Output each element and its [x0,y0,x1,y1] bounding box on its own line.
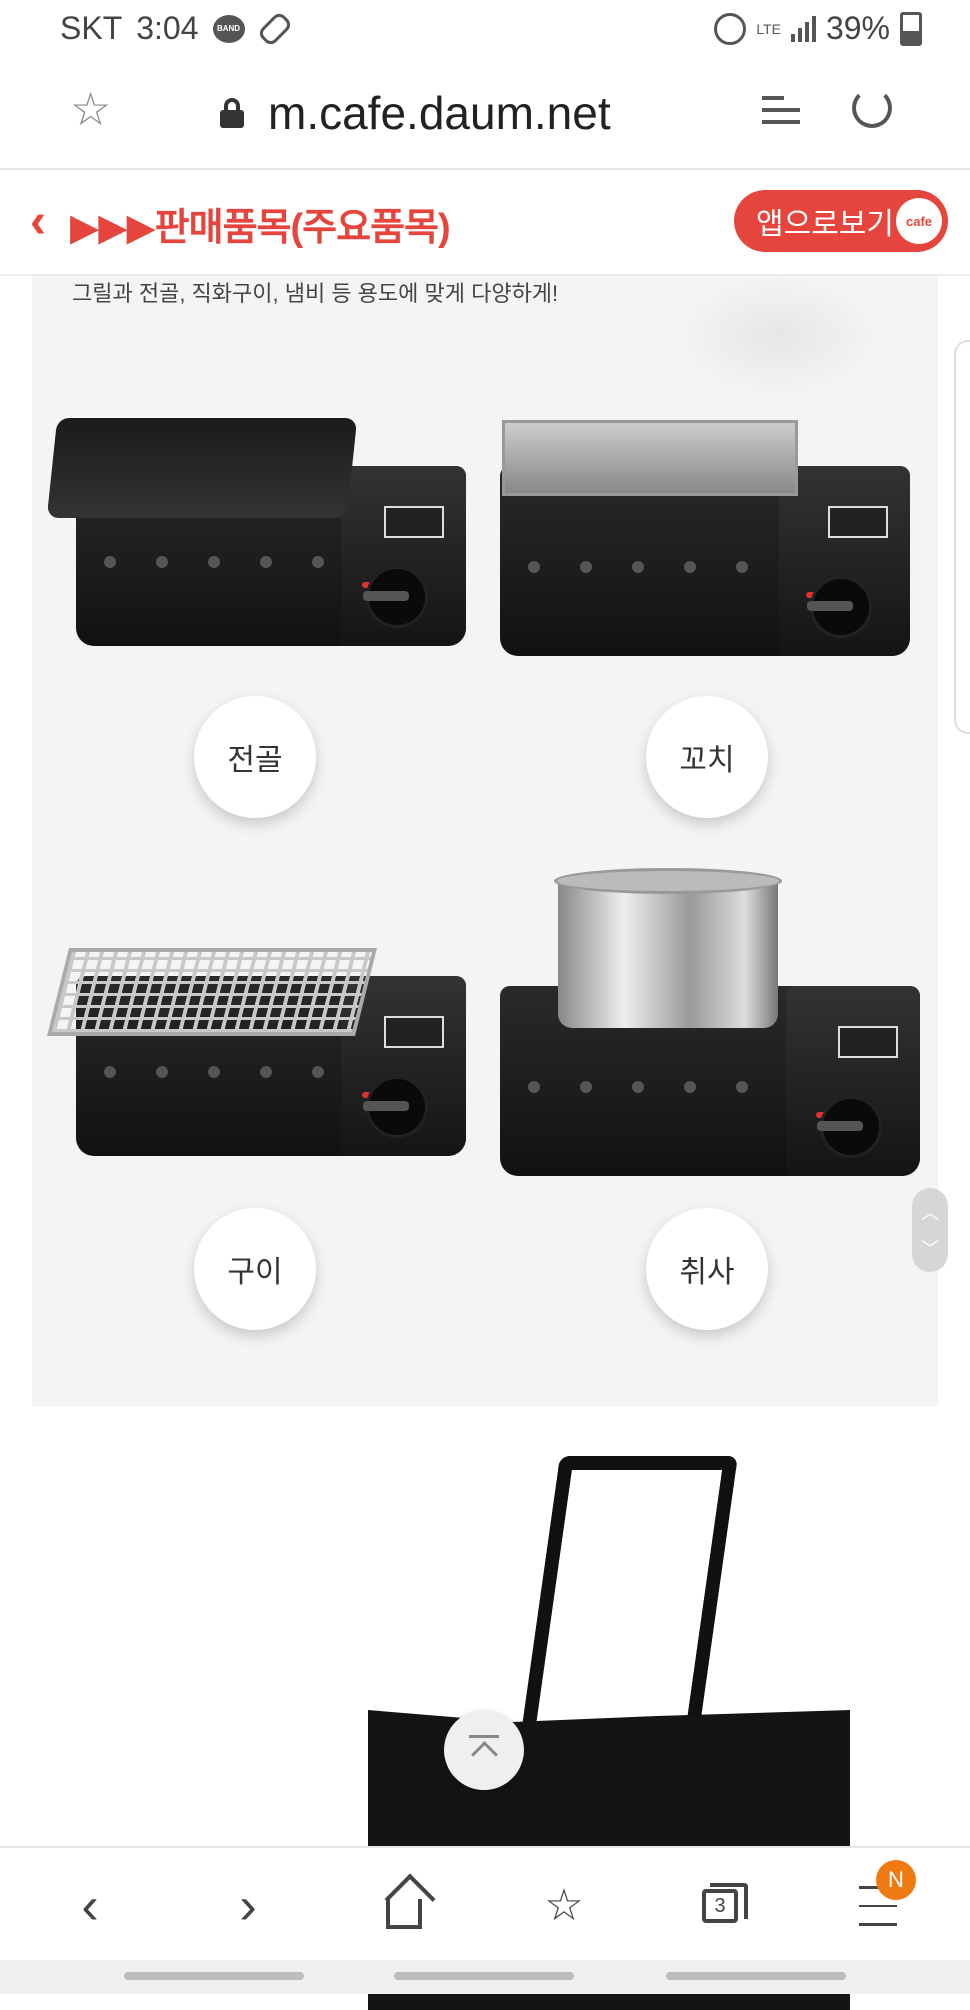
nav-bookmarks-icon[interactable]: ☆ [534,1878,594,1934]
side-scroll-handle[interactable] [954,340,970,734]
product-cell-jeongol: 전골 [32,356,466,856]
status-bar: SKT 3:04 BAND LTE 39% [0,0,970,60]
notification-badge: N [876,1860,916,1900]
board-title: ▶▶▶판매품목(주요품목) [70,207,451,249]
open-app-label: 앱으로보기 [756,208,894,241]
pill-icon [256,10,293,47]
status-right: LTE 39% [714,10,922,47]
lte-indicator: LTE [756,20,781,37]
grill-rack-image [47,948,377,1036]
lock-icon [220,98,244,128]
page-scroll-buttons[interactable]: ︿ ﹀ [912,1188,948,1272]
home-icon [386,1899,422,1929]
tabs-icon: 3 [702,1883,748,1923]
scroll-to-top-button[interactable] [444,1710,524,1790]
product-cell-gui: 구이 [32,876,466,1376]
browser-url-bar: ☆ m.cafe.daum.net [0,60,970,170]
signal-icon [790,15,816,42]
product-image-panel: 그릴과 전골, 직화구이, 냄비 등 용도에 맞게 다양하게! 전골 꼬치 구이 [32,276,938,1406]
tote-bag-handle-image [520,1456,738,1740]
nav-back-icon[interactable]: ‹ [60,1878,120,1934]
browser-bottom-nav: ‹ › ☆ 3 [0,1846,970,1962]
skewer-rack-image [502,420,798,496]
product-cell-chwisa: 취사 [488,868,920,1376]
band-icon: BAND [212,14,245,43]
product-label-gui: 구이 [194,1208,316,1330]
product-label-chwisa: 취사 [646,1208,768,1330]
nav-forward-icon[interactable]: › [218,1878,278,1934]
gesture-bar [0,1960,970,1994]
carrier-label: SKT [60,10,123,46]
back-chevron-icon[interactable]: ‹ [30,194,46,249]
alarm-icon [714,12,747,45]
product-label-jeongol: 전골 [194,696,316,818]
cafe-logo-icon: cafe [896,198,942,244]
status-left: SKT 3:04 BAND [60,10,293,47]
reload-icon[interactable] [852,88,892,128]
cooking-pot-image [554,868,782,1028]
battery-icon [900,11,922,46]
bookmark-star-icon[interactable]: ☆ [70,86,111,132]
nav-tabs-button[interactable]: 3 [690,1878,750,1934]
panel-caption: 그릴과 전골, 직화구이, 냄비 등 용도에 맞게 다양하게! [72,281,559,306]
cafe-header: ‹ ▶▶▶판매품목(주요품목) 앱으로보기 cafe [0,170,970,276]
url-text[interactable]: m.cafe.daum.net [268,86,611,140]
clock: 3:04 [136,10,199,46]
scroll-up-icon[interactable]: ︿ [921,1199,939,1225]
product-label-kkochi: 꼬치 [646,696,768,818]
nav-home-button[interactable] [374,1878,434,1934]
scroll-top-icon [469,1735,499,1765]
battery-percent: 39% [825,10,890,46]
jeongol-pan-image [46,418,358,518]
product-cell-kkochi: 꼬치 [488,356,910,856]
scroll-down-icon[interactable]: ﹀ [921,1235,939,1261]
reader-mode-icon[interactable] [762,96,800,132]
open-app-button[interactable]: 앱으로보기 cafe [734,190,948,252]
